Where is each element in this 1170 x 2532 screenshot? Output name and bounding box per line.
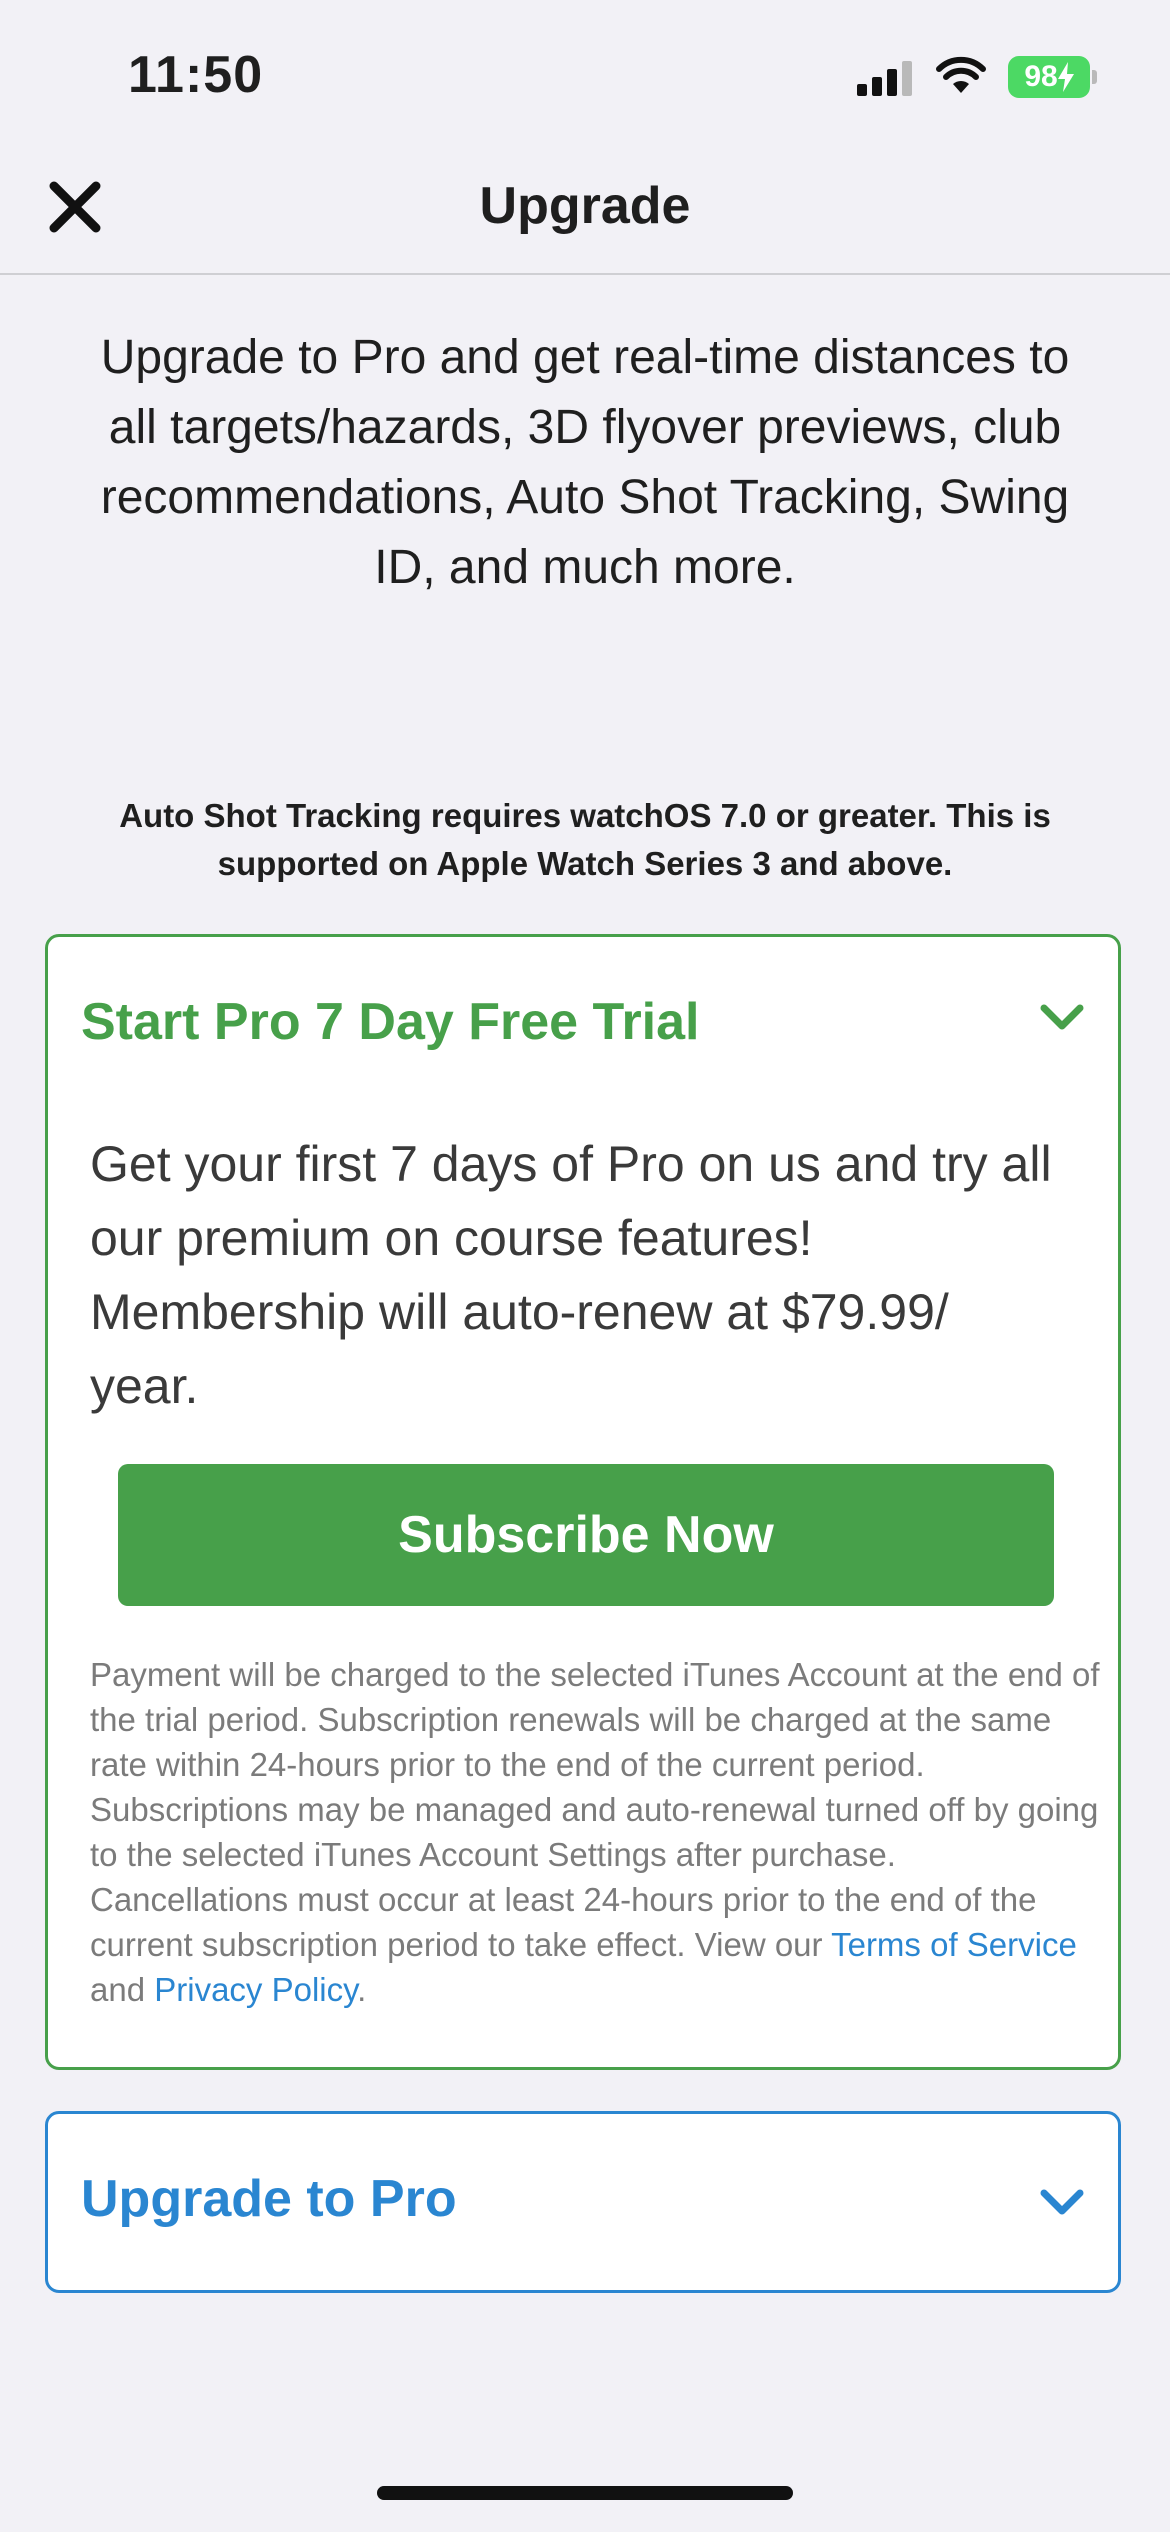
terms-of-service-link[interactable]: Terms of Service [831, 1926, 1077, 1963]
legal-period: . [357, 1971, 367, 2008]
battery-level: 98 [1024, 60, 1058, 93]
legal-text: Payment will be charged to the selected … [90, 1652, 1100, 2012]
upgrade-to-pro-card[interactable]: Upgrade to Pro [45, 2111, 1121, 2293]
free-trial-header[interactable]: Start Pro 7 Day Free Trial [81, 992, 700, 1052]
page-title: Upgrade [479, 177, 691, 235]
battery-icon: 98 [1008, 56, 1090, 98]
wifi-icon [936, 56, 986, 93]
privacy-policy-link[interactable]: Privacy Policy [154, 1971, 357, 2008]
battery-tip [1092, 70, 1097, 84]
chevron-down-icon[interactable] [1036, 2177, 1088, 2229]
watch-requirement-note: Auto Shot Tracking requires watchOS 7.0 … [119, 797, 1051, 882]
charging-icon [1057, 62, 1074, 92]
upgrade-to-pro-header[interactable]: Upgrade to Pro [81, 2169, 457, 2229]
status-bar: 11:50 98 [0, 0, 1170, 150]
free-trial-description: Get your first 7 days of Pro on us and t… [90, 1136, 1052, 1414]
status-time: 11:50 [128, 46, 264, 104]
intro-text: Upgrade to Pro and get real-time distanc… [100, 331, 1070, 594]
home-indicator[interactable] [377, 2486, 793, 2500]
legal-and: and [90, 1971, 146, 2008]
subscribe-now-button[interactable]: Subscribe Now [118, 1464, 1054, 1606]
chevron-down-icon[interactable] [1036, 992, 1088, 1044]
legal-paragraph: Payment will be charged to the selected … [90, 1656, 1100, 1963]
navigation-bar: Upgrade [0, 150, 1170, 275]
signal-icon [857, 61, 912, 96]
free-trial-card: Start Pro 7 Day Free Trial Get your firs… [45, 934, 1121, 2070]
